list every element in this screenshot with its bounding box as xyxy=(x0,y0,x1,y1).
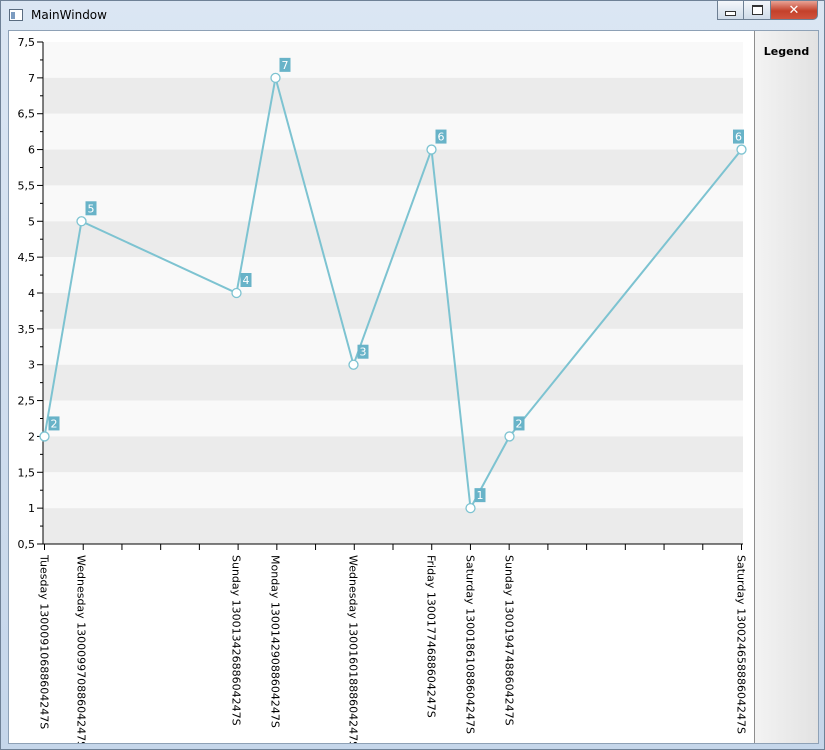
y-tick-label: 6,5 xyxy=(18,108,36,121)
x-tick-label: Friday 13001774688604247S xyxy=(425,555,438,718)
y-tick-label: 4 xyxy=(28,287,35,300)
grid-band xyxy=(43,42,743,78)
close-button[interactable]: ✕ xyxy=(771,1,818,20)
grid-band xyxy=(43,77,743,114)
grid-band xyxy=(43,472,743,509)
y-tick-label: 0,5 xyxy=(18,538,36,551)
window-app-icon[interactable] xyxy=(9,9,23,21)
x-tick-label: Saturday 13001861088604247S xyxy=(464,555,477,734)
maximize-button[interactable] xyxy=(744,1,771,20)
grid-band xyxy=(43,257,743,293)
data-point xyxy=(426,144,437,155)
y-tick-label: 7 xyxy=(28,72,35,85)
data-label: 3 xyxy=(360,346,367,359)
data-point xyxy=(231,287,242,299)
client-area: 7,5 7 6,5 6 5,5 5 4,5 4 3,5 3 2,5 2 1,5 1 0,5 Tuesday 1… xyxy=(8,30,819,744)
data-point xyxy=(504,431,515,442)
data-label: 1 xyxy=(477,489,484,502)
data-point xyxy=(39,431,50,442)
x-tick-label: Tuesday 13000910688604247S xyxy=(38,554,51,729)
maximize-icon xyxy=(751,5,763,15)
data-label: 6 xyxy=(735,131,742,144)
data-point xyxy=(465,502,476,514)
data-point xyxy=(348,359,359,370)
grid-band xyxy=(43,185,743,222)
x-tick-label: Sunday 13001947488604247S xyxy=(503,555,516,726)
x-tick-label: Sunday 13001342688604247S xyxy=(230,555,243,726)
data-label: 5 xyxy=(88,202,95,215)
data-point xyxy=(736,144,747,155)
y-tick-label: 3 xyxy=(28,359,35,372)
y-tick-label: 7,5 xyxy=(18,36,36,49)
y-tick-label: 1,5 xyxy=(18,466,36,479)
x-tick-label: Wednesday 13001601888604247S xyxy=(347,555,360,743)
grid-band xyxy=(43,149,743,186)
y-tick-label: 2 xyxy=(28,430,35,443)
legend-title: Legend xyxy=(763,45,810,58)
window-controls: ✕ xyxy=(717,1,818,21)
line-chart: 7,5 7 6,5 6 5,5 5 4,5 4 3,5 3 2,5 2 1,5 1 0,5Tuesday 1… xyxy=(18,36,748,743)
grid-band xyxy=(43,113,743,150)
legend-panel: Legend xyxy=(754,31,818,743)
grid-band xyxy=(43,364,743,401)
minimize-button[interactable] xyxy=(717,1,744,20)
y-tick-label: 1 xyxy=(28,502,35,515)
data-point xyxy=(76,216,87,227)
data-label: 2 xyxy=(516,417,523,430)
y-tick-label: 5,5 xyxy=(18,179,36,192)
grid-band xyxy=(43,508,743,544)
y-tick-label: 4,5 xyxy=(18,251,36,264)
grid-band xyxy=(43,328,743,365)
y-tick-label: 5 xyxy=(28,215,35,228)
grid-band xyxy=(43,436,743,473)
window-title: MainWindow xyxy=(31,8,107,22)
close-icon: ✕ xyxy=(788,2,800,18)
grid-band xyxy=(43,293,743,329)
grid-band xyxy=(43,400,743,437)
data-label: 6 xyxy=(438,131,445,144)
y-tick-label: 3,5 xyxy=(18,323,36,336)
data-point xyxy=(270,72,281,84)
x-tick-label: Saturday 13002465888604247S xyxy=(735,555,748,734)
y-tick-label: 6 xyxy=(28,144,35,157)
title-bar[interactable]: MainWindow ✕ xyxy=(1,1,824,30)
data-label: 7 xyxy=(282,59,289,72)
x-tick-label: Wednesday 13000997088604247S xyxy=(75,555,88,743)
main-window: MainWindow ✕ 7,5 7 6,5 6 5,5 5 4,5 4 3,5 3 2,5 2 1,5… xyxy=(0,0,825,750)
x-tick-label: Monday 13001429088604247S xyxy=(269,555,282,728)
minimize-icon xyxy=(725,10,736,16)
y-tick-label: 2,5 xyxy=(18,395,36,408)
data-label: 4 xyxy=(243,274,250,287)
data-label: 2 xyxy=(51,417,58,430)
